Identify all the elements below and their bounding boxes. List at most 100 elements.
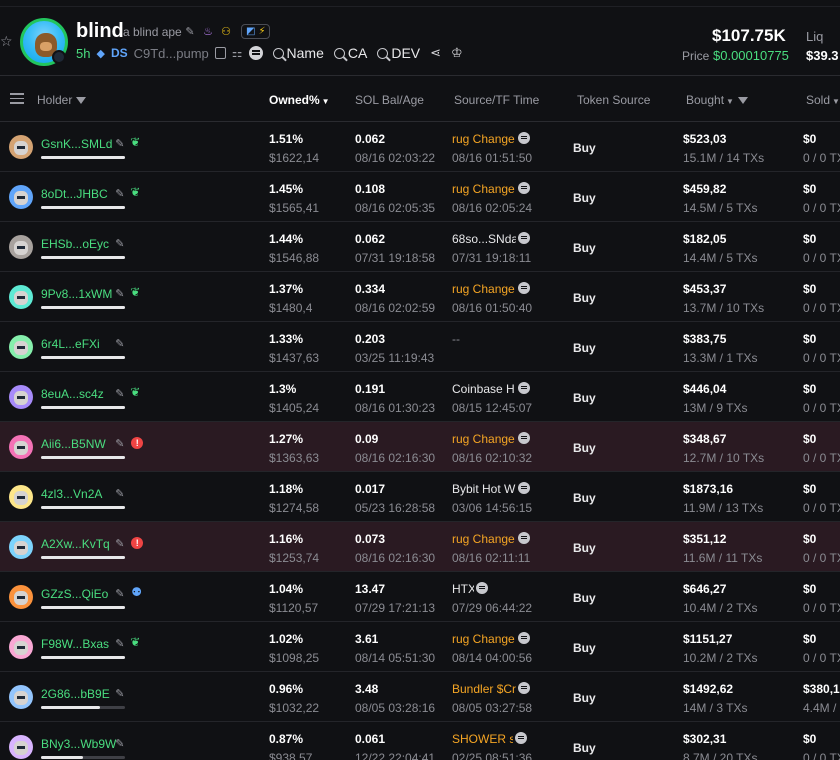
- source-menu-icon[interactable]: [518, 432, 530, 444]
- social-badges[interactable]: ◩ ⚡: [241, 24, 271, 39]
- avatar[interactable]: [9, 685, 33, 709]
- source-cell[interactable]: Bundler $Cr 08/05 03:27:58: [452, 682, 542, 715]
- holder-address[interactable]: GsnK...SMLd: [41, 137, 112, 151]
- holder-address[interactable]: 4zl3...Vn2A: [41, 487, 102, 501]
- avatar[interactable]: [9, 435, 33, 459]
- twitter-icon[interactable]: ◩: [246, 26, 255, 37]
- holder-address[interactable]: F98W...Bxas: [41, 637, 109, 651]
- source-menu-icon[interactable]: [518, 632, 530, 644]
- source-menu-icon[interactable]: [518, 682, 530, 694]
- edit-icon[interactable]: ✎: [115, 637, 124, 650]
- edit-icon[interactable]: ✎: [115, 337, 124, 350]
- holder-address[interactable]: A2Xw...KvTq: [41, 537, 110, 551]
- avatar[interactable]: [9, 385, 33, 409]
- source-cell[interactable]: rug Change 08/16 02:10:32: [452, 432, 542, 465]
- col-token-source[interactable]: Token Source: [577, 93, 650, 107]
- contract-address[interactable]: C9Td...pump: [134, 46, 209, 61]
- avatar[interactable]: [9, 735, 33, 759]
- holder-address[interactable]: 8oDt...JHBC: [41, 187, 108, 201]
- avatar[interactable]: [9, 135, 33, 159]
- edit-icon[interactable]: ✎: [115, 187, 124, 200]
- table-row[interactable]: 6r4L...eFXi ✎ 1.33% $1437,63 0.203 03/25 1…: [0, 322, 840, 372]
- holder-address[interactable]: 2G86...bB9E: [41, 687, 110, 701]
- holder-address[interactable]: BNy3...Wb9W: [41, 737, 116, 751]
- table-row[interactable]: 8euA...sc4z ✎ ❦ 1.3% $1405,24 0.191 08/16 …: [0, 372, 840, 422]
- source-menu-icon[interactable]: [518, 132, 530, 144]
- filter-icon[interactable]: [737, 97, 748, 105]
- col-holder[interactable]: Holder: [37, 93, 87, 107]
- source-menu-icon[interactable]: [475, 582, 488, 594]
- holder-address[interactable]: 9Pv8...1xWM: [41, 287, 112, 301]
- filter-icon[interactable]: [76, 97, 87, 105]
- table-row[interactable]: GsnK...SMLd ✎ ❦ 1.51% $1622,14 0.062 08/16…: [0, 122, 840, 172]
- source-cell[interactable]: SHOWER sc02/25 08:51:36: [452, 732, 542, 760]
- edit-icon[interactable]: ✎: [115, 587, 124, 600]
- avatar[interactable]: [9, 585, 33, 609]
- source-cell[interactable]: rug Change 08/16 01:50:40: [452, 282, 542, 315]
- source-menu-icon[interactable]: [518, 282, 530, 294]
- edit-icon[interactable]: ✎: [183, 25, 197, 39]
- avatar[interactable]: [9, 335, 33, 359]
- source-cell[interactable]: --: [452, 332, 542, 351]
- holder-address[interactable]: Aii6...B5NW: [41, 437, 106, 451]
- table-row[interactable]: BNy3...Wb9W ✎ 0.87% $938,57 0.061 12/22 22…: [0, 722, 840, 760]
- source-cell[interactable]: Coinbase H 08/15 12:45:07: [452, 382, 542, 415]
- avatar[interactable]: [9, 235, 33, 259]
- source-menu-icon[interactable]: [518, 232, 530, 244]
- source-cell[interactable]: rug Change 08/16 02:11:11: [452, 532, 542, 565]
- table-row[interactable]: F98W...Bxas ✎ ❦ 1.02% $1098,25 3.61 08/14 …: [0, 622, 840, 672]
- edit-icon[interactable]: ✎: [115, 387, 124, 400]
- col-source[interactable]: Source/TF Time: [454, 93, 539, 107]
- edit-icon[interactable]: ✎: [115, 537, 124, 550]
- holders-icon[interactable]: ⚏: [232, 46, 243, 60]
- table-row[interactable]: 2G86...bB9E ✎ 0.96% $1032,22 3.48 08/05 03…: [0, 672, 840, 722]
- search-name-link[interactable]: Name: [272, 45, 324, 61]
- table-row[interactable]: 9Pv8...1xWM ✎ ❦ 1.37% $1480,4 0.334 08/16 …: [0, 272, 840, 322]
- avatar[interactable]: [9, 485, 33, 509]
- edit-icon[interactable]: ✎: [115, 237, 124, 250]
- source-cell[interactable]: rug Change 08/16 01:51:50: [452, 132, 542, 165]
- avatar[interactable]: [9, 185, 33, 209]
- dexscreener-link[interactable]: DS: [111, 46, 128, 60]
- source-menu-icon[interactable]: [518, 182, 530, 194]
- source-menu-icon[interactable]: [518, 532, 530, 544]
- table-row[interactable]: EHSb...oEyc ✎ 1.44% $1546,88 0.062 07/31 1…: [0, 222, 840, 272]
- holder-address[interactable]: EHSb...oEyc: [41, 237, 109, 251]
- search-dev-link[interactable]: DEV: [377, 45, 420, 61]
- col-bought[interactable]: Bought ▼: [686, 93, 748, 107]
- holder-address[interactable]: 6r4L...eFXi: [41, 337, 100, 351]
- source-cell[interactable]: rug Change 08/14 04:00:56: [452, 632, 542, 665]
- search-ca-link[interactable]: CA: [333, 45, 367, 61]
- table-row[interactable]: 8oDt...JHBC ✎ ❦ 1.45% $1565,41 0.108 08/16…: [0, 172, 840, 222]
- col-sol-bal[interactable]: SOL Bal/Age: [355, 93, 424, 107]
- edit-icon[interactable]: ✎: [115, 687, 124, 700]
- col-owned[interactable]: Owned% ▼: [269, 93, 330, 107]
- copy-icon[interactable]: [214, 47, 226, 59]
- source-cell[interactable]: rug Change 08/16 02:05:24: [452, 182, 542, 215]
- col-sold[interactable]: Sold ▼: [806, 93, 840, 107]
- star-icon[interactable]: ☆: [0, 34, 14, 48]
- menu-icon[interactable]: [248, 46, 263, 60]
- avatar[interactable]: [9, 635, 33, 659]
- table-row[interactable]: 4zl3...Vn2A ✎ 1.18% $1274,58 0.017 05/23 1…: [0, 472, 840, 522]
- crown-icon[interactable]: ♔: [451, 45, 463, 61]
- edit-icon[interactable]: ✎: [115, 137, 124, 150]
- share-icon[interactable]: ⋖: [430, 45, 441, 61]
- edit-icon[interactable]: ✎: [115, 737, 124, 750]
- edit-icon[interactable]: ✎: [115, 287, 124, 300]
- edit-icon[interactable]: ✎: [115, 487, 124, 500]
- table-row[interactable]: GZzS...QiEo ✎ ⚉ 1.04% $1120,57 13.47 07/29…: [0, 572, 840, 622]
- source-menu-icon[interactable]: [518, 382, 530, 394]
- sliders-icon[interactable]: [10, 93, 24, 105]
- table-row[interactable]: Aii6...B5NW ✎ ! 1.27% $1363,63 0.09 08/16 …: [0, 422, 840, 472]
- source-cell[interactable]: 68so...SNda 07/31 19:18:11: [452, 232, 542, 265]
- table-row[interactable]: A2Xw...KvTq ✎ ! 1.16% $1253,74 0.073 08/16…: [0, 522, 840, 572]
- source-cell[interactable]: Bybit Hot W 03/06 14:56:15: [452, 482, 542, 515]
- source-cell[interactable]: HTX 07/29 06:44:22: [452, 582, 542, 615]
- source-menu-icon[interactable]: [515, 732, 528, 744]
- edit-icon[interactable]: ✎: [115, 437, 124, 450]
- holder-address[interactable]: GZzS...QiEo: [41, 587, 108, 601]
- bolt-icon[interactable]: ⚡: [258, 26, 265, 37]
- avatar[interactable]: [9, 535, 33, 559]
- holder-address[interactable]: 8euA...sc4z: [41, 387, 104, 401]
